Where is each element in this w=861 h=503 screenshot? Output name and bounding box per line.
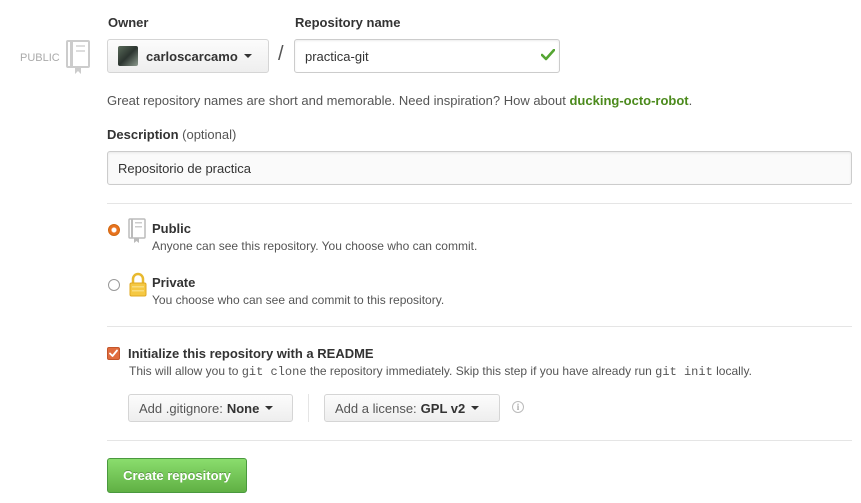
private-option-desc: You choose who can see and commit to thi… xyxy=(152,293,445,307)
readme-checkbox[interactable] xyxy=(107,347,120,360)
checkmark-icon xyxy=(109,349,118,357)
divider xyxy=(308,394,309,422)
radio-public[interactable] xyxy=(108,224,120,236)
check-icon xyxy=(540,48,556,64)
repo-name-hint: Great repository names are short and mem… xyxy=(107,93,692,108)
hint-text: Great repository names are short and mem… xyxy=(107,93,566,108)
description-label-text: Description xyxy=(107,127,179,142)
visibility-label: PUBLIC xyxy=(20,52,60,64)
code-git-init: git init xyxy=(655,365,713,379)
repo-name-label: Repository name xyxy=(295,15,401,30)
license-label: Add a license: xyxy=(335,400,417,416)
license-select[interactable]: Add a license: GPL v2 xyxy=(324,394,500,422)
gitignore-select[interactable]: Add .gitignore: None xyxy=(128,394,293,422)
public-option-desc: Anyone can see this repository. You choo… xyxy=(152,239,478,253)
hint-end: . xyxy=(688,93,693,108)
avatar xyxy=(118,46,138,66)
license-value: GPL v2 xyxy=(420,400,466,416)
readme-desc: This will allow you to git clone the rep… xyxy=(129,364,752,379)
chevron-down-icon xyxy=(243,54,252,58)
public-option-title: Public xyxy=(152,221,192,236)
create-repository-button[interactable]: Create repository xyxy=(107,458,247,493)
code-git-clone: git clone xyxy=(241,365,307,379)
owner-label: Owner xyxy=(108,15,149,30)
readme-desc-part1: This will allow you to xyxy=(129,364,239,378)
gitignore-value: None xyxy=(226,400,260,416)
gitignore-label: Add .gitignore: xyxy=(139,400,223,416)
repo-book-icon xyxy=(128,218,148,247)
readme-desc-part3: locally. xyxy=(716,364,752,378)
path-separator: / xyxy=(278,43,284,65)
info-icon[interactable]: i xyxy=(512,401,524,413)
suggestion-link[interactable]: ducking-octo-robot xyxy=(569,93,688,108)
description-input[interactable] xyxy=(107,151,852,185)
divider xyxy=(107,203,852,204)
divider xyxy=(107,326,852,327)
description-label: Description (optional) xyxy=(107,127,236,142)
description-optional: (optional) xyxy=(182,127,237,142)
owner-select-button[interactable]: carloscarcamo xyxy=(107,39,269,73)
repo-book-icon xyxy=(66,40,94,79)
radio-private[interactable] xyxy=(108,279,120,291)
owner-name: carloscarcamo xyxy=(146,48,238,64)
readme-title: Initialize this repository with a README xyxy=(128,346,374,361)
repo-name-input[interactable] xyxy=(294,39,560,73)
lock-icon xyxy=(128,272,148,301)
divider xyxy=(107,440,852,441)
chevron-down-icon xyxy=(471,406,480,410)
chevron-down-icon xyxy=(265,406,274,410)
private-option-title: Private xyxy=(152,275,196,290)
readme-desc-part2: the repository immediately. Skip this st… xyxy=(309,364,652,378)
